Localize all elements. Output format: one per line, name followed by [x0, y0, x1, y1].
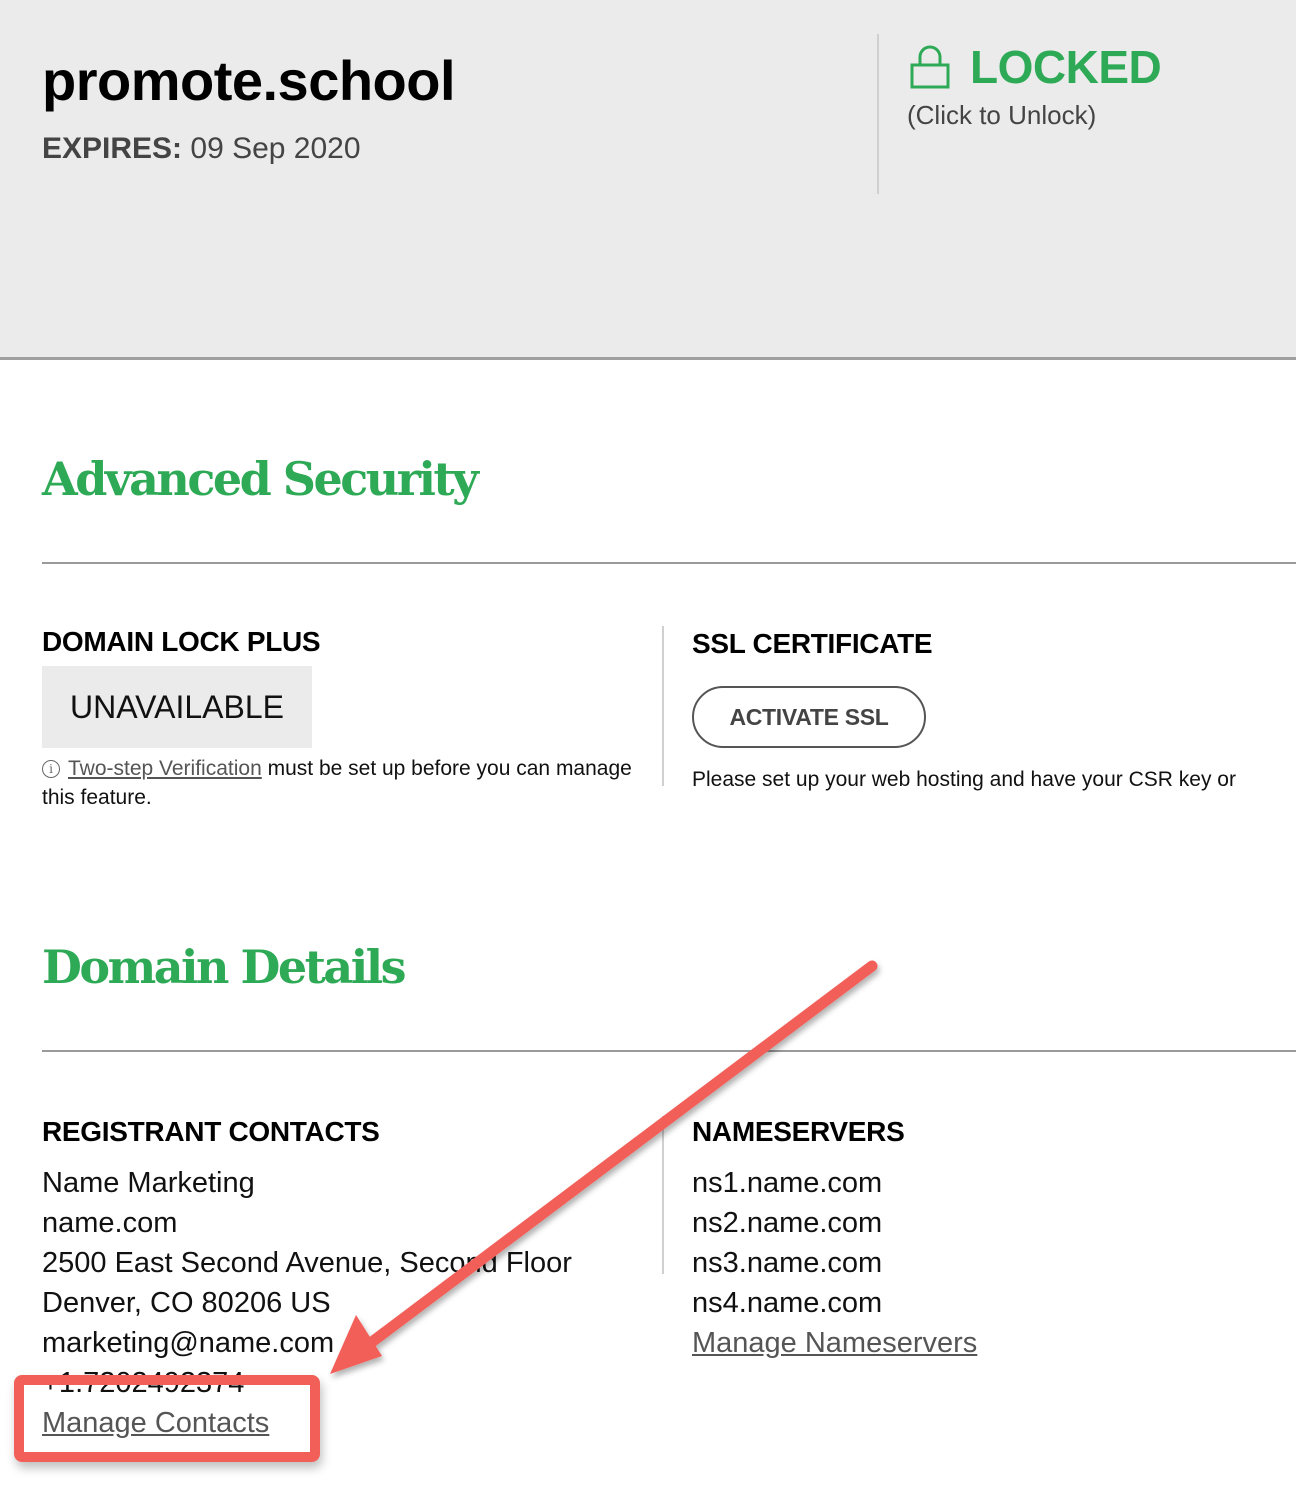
column-divider: [662, 626, 664, 786]
column-divider: [662, 1116, 664, 1274]
expiration-info: EXPIRES: 09 Sep 2020: [42, 132, 361, 166]
expires-label: EXPIRES:: [42, 132, 183, 165]
info-circle-icon: i: [42, 760, 60, 778]
section-divider: [42, 562, 1296, 564]
two-step-verification-link[interactable]: Two-step Verification: [68, 757, 262, 780]
activate-ssl-button[interactable]: ACTIVATE SSL: [692, 686, 926, 748]
lock-status-label[interactable]: LOCKED: [970, 40, 1162, 94]
nameserver-item: ns2.name.com: [692, 1207, 883, 1239]
two-step-note: i Two-step Verification must be set up be…: [42, 754, 642, 812]
header-divider: [877, 34, 879, 194]
contact-name: Name Marketing: [42, 1167, 255, 1199]
domain-details-title: Domain Details: [42, 940, 407, 994]
nameserver-item: ns4.name.com: [692, 1287, 883, 1319]
contact-email: marketing@name.com: [42, 1327, 335, 1359]
domain-lock-toggle[interactable]: LOCKED: [910, 40, 1162, 94]
unlock-hint[interactable]: (Click to Unlock): [907, 100, 1096, 131]
contact-phone: +1.7202492374: [42, 1367, 245, 1399]
contact-city: Denver, CO 80206 US: [42, 1287, 331, 1319]
domain-header: promote.school EXPIRES: 09 Sep 2020 LOCK…: [0, 0, 1296, 360]
domain-name-title: promote.school: [42, 49, 456, 112]
ssl-certificate-heading: SSL CERTIFICATE: [692, 628, 933, 659]
registrant-contacts-heading: REGISTRANT CONTACTS: [42, 1116, 380, 1147]
manage-contacts-link[interactable]: Manage Contacts: [42, 1403, 572, 1443]
nameservers-heading: NAMESERVERS: [692, 1116, 905, 1147]
domain-lock-plus-status: UNAVAILABLE: [42, 666, 312, 748]
nameserver-item: ns1.name.com: [692, 1167, 883, 1199]
manage-nameservers-link[interactable]: Manage Nameservers: [692, 1323, 977, 1363]
padlock-icon: [910, 45, 950, 89]
expires-date: 09 Sep 2020: [190, 132, 361, 165]
registrant-contact-list: Name Marketing name.com 2500 East Second…: [42, 1163, 572, 1443]
contact-address: 2500 East Second Avenue, Second Floor: [42, 1247, 572, 1279]
nameserver-item: ns3.name.com: [692, 1247, 883, 1279]
nameserver-list: ns1.name.com ns2.name.com ns3.name.com n…: [692, 1163, 977, 1363]
advanced-security-title: Advanced Security: [42, 452, 479, 506]
domain-lock-plus-heading: DOMAIN LOCK PLUS: [42, 626, 321, 657]
section-divider: [42, 1050, 1296, 1052]
contact-organization: name.com: [42, 1207, 178, 1239]
ssl-note: Please set up your web hosting and have …: [692, 768, 1236, 791]
